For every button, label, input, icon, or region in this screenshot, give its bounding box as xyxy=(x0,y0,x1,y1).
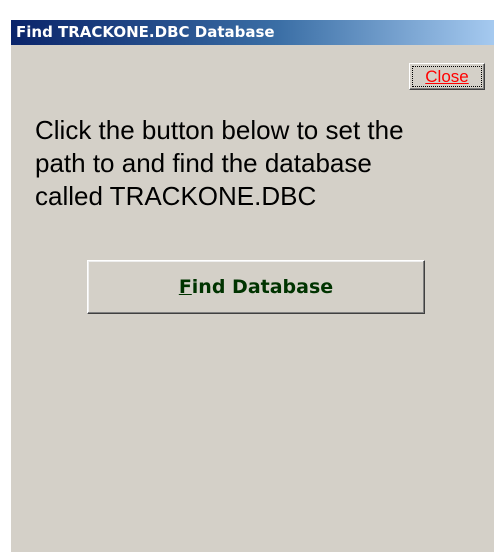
dialog-window: Find TRACKONE.DBC Database Close Click t… xyxy=(10,20,494,552)
close-button-label: Close xyxy=(412,66,482,87)
find-database-label-rest: ind Database xyxy=(191,276,334,298)
instruction-text: Click the button below to set the path t… xyxy=(35,114,485,213)
accelerator-key: F xyxy=(178,276,192,298)
find-database-label: Find Database xyxy=(179,276,333,298)
instruction-line-3: called TRACKONE.DBC xyxy=(35,181,317,211)
close-button[interactable]: Close xyxy=(409,63,485,90)
find-database-button[interactable]: Find Database xyxy=(87,260,425,314)
instruction-line-2: path to and find the database xyxy=(35,148,372,178)
window-title: Find TRACKONE.DBC Database xyxy=(16,23,275,41)
instruction-line-1: Click the button below to set the xyxy=(35,115,404,145)
title-bar[interactable]: Find TRACKONE.DBC Database xyxy=(11,20,494,45)
